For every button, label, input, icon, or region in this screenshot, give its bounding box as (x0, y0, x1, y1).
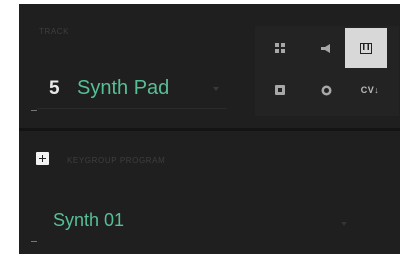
track-underline (37, 108, 227, 109)
track-panel: TRACK 5 Synth Pad CV↓ KEYGROUP PROGRAM S… (19, 4, 400, 254)
add-program-button[interactable] (36, 152, 49, 165)
keys-mode-button[interactable] (345, 28, 387, 68)
chevron-down-icon (213, 87, 219, 91)
cv-button[interactable]: CV↓ (349, 70, 391, 110)
grid-mode-button[interactable] (259, 28, 301, 68)
mode-button-grid: CV↓ (255, 26, 399, 116)
square-mode-button[interactable] (259, 70, 301, 110)
cv-button-label: CV↓ (360, 85, 380, 95)
audio-mode-button[interactable] (305, 28, 347, 68)
track-name: Synth Pad (77, 77, 170, 99)
speaker-icon (320, 43, 330, 53)
section-divider (19, 128, 400, 131)
program-marker (31, 241, 37, 242)
circle-icon (321, 85, 331, 95)
track-label: TRACK (39, 27, 70, 36)
program-name[interactable]: Synth 01 (53, 210, 124, 231)
track-number: 5 (49, 78, 60, 99)
program-type-label: KEYGROUP PROGRAM (67, 156, 166, 165)
track-marker (31, 110, 37, 111)
keys-icon (360, 42, 372, 54)
circle-mode-button[interactable] (305, 70, 347, 110)
square-icon (275, 85, 285, 95)
chevron-down-icon (341, 222, 347, 226)
track-selector[interactable]: 5 Synth Pad (29, 76, 254, 106)
grid-icon (275, 43, 285, 53)
